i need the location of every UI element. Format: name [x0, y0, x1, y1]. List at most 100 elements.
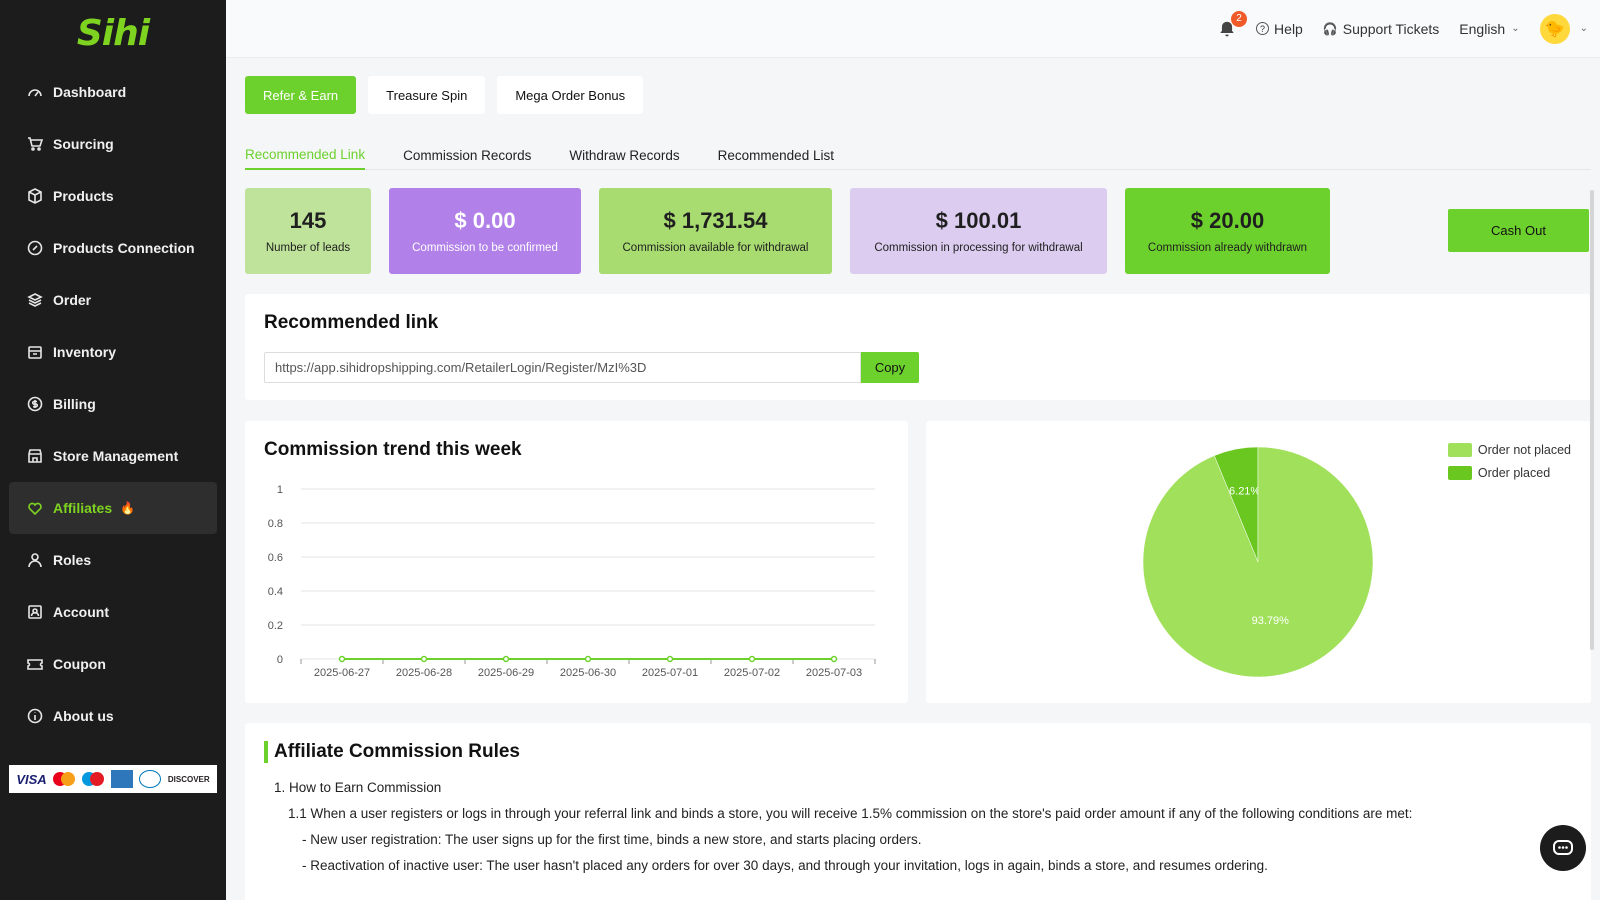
x-tick-label: 2025-07-03 — [806, 667, 862, 679]
sidebar-item-label: About us — [53, 708, 114, 724]
tab-commission-records[interactable]: Commission Records — [403, 140, 531, 170]
legend-label: Order not placed — [1477, 443, 1571, 457]
stat-value: $ 1,731.54 — [663, 208, 768, 233]
sidebar-item-roles[interactable]: Roles — [9, 534, 217, 586]
headset-icon: 🎧 — [1322, 21, 1338, 36]
stat-value: $ 0.00 — [454, 208, 516, 233]
sidebar-item-dashboard[interactable]: Dashboard — [9, 66, 217, 118]
sidebar-item-store-management[interactable]: Store Management — [9, 430, 217, 482]
sidebar-item-label: Affiliates — [53, 500, 113, 516]
data-point[interactable] — [502, 655, 510, 663]
stat-commission-processing: $ 100.01 Commission in processing for wit… — [850, 188, 1107, 274]
data-point[interactable] — [584, 655, 592, 663]
link-row: Copy — [264, 352, 1572, 383]
notification-badge: 2 — [1231, 10, 1248, 27]
chat-button[interactable] — [1540, 825, 1586, 871]
cash-out-button[interactable]: Cash Out — [1448, 209, 1589, 252]
sidebar-item-label: Inventory — [53, 344, 117, 360]
legend-item[interactable]: Order placed — [1447, 466, 1571, 480]
rules-body: 1. How to Earn Commission 1.1 When a use… — [264, 775, 1572, 879]
legend-label: Order placed — [1477, 466, 1551, 480]
y-tick-label: 0.4 — [268, 586, 283, 598]
sidebar-item-products-connection[interactable]: Products Connection — [9, 222, 217, 274]
help-label: Help — [1274, 20, 1303, 37]
stat-label: Commission to be confirmed — [412, 242, 558, 254]
data-point[interactable] — [338, 655, 346, 663]
stats-row: 145 Number of leads $ 0.00 Commission to b… — [245, 188, 1330, 274]
rules-heading: Affiliate Commission Rules — [264, 741, 1572, 763]
notification-button[interactable]: 2 — [1218, 10, 1248, 38]
maestro-logo — [81, 772, 104, 786]
chevron-down-icon: ⌄ — [1511, 23, 1520, 34]
info-icon — [27, 708, 43, 724]
sidebar-item-sourcing[interactable]: Sourcing — [9, 118, 217, 170]
trend-chart: 0 0.2 0.4 0.6 0.8 1 2025-06-27 2025-06-28 2025-0… — [268, 484, 876, 679]
layers-icon — [27, 292, 43, 308]
pie-slice[interactable] — [1142, 446, 1374, 678]
data-point[interactable] — [748, 655, 756, 663]
support-tickets-link[interactable]: 🎧 Support Tickets — [1323, 21, 1439, 37]
logo-text: Sihi — [76, 12, 150, 54]
sidebar-item-products[interactable]: Products — [9, 170, 217, 222]
sidebar-item-about-us[interactable]: About us — [9, 690, 217, 742]
tab-treasure-spin[interactable]: Treasure Spin — [368, 76, 486, 114]
stat-commission-available: $ 1,731.54 Commission available for withd… — [599, 188, 832, 274]
dollar-icon — [27, 396, 43, 412]
pie-legend: Order not placed Order placed — [1447, 443, 1571, 489]
logo[interactable]: Sihi — [0, 0, 226, 66]
data-point[interactable] — [830, 655, 838, 663]
box-icon — [27, 188, 43, 204]
stat-label: Number of leads — [265, 242, 351, 254]
main-content: Refer & Earn Treasure Spin Mega Order Bo… — [226, 58, 1600, 900]
cart-icon — [27, 136, 43, 152]
stat-value: $ 100.01 — [935, 208, 1022, 233]
copy-button[interactable]: Copy — [861, 352, 919, 383]
x-tick-label: 2025-06-30 — [560, 667, 616, 679]
x-tick-label: 2025-06-27 — [314, 667, 370, 679]
pie-slice-label: 6.21% — [1229, 485, 1260, 497]
amex-logo — [110, 770, 133, 788]
trend-title: Commission trend this week — [264, 439, 522, 460]
tab-mega-order-bonus[interactable]: Mega Order Bonus — [497, 76, 644, 114]
rules-card: Affiliate Commission Rules 1. How to Ear… — [245, 723, 1591, 900]
sidebar-item-inventory[interactable]: Inventory — [9, 326, 217, 378]
sidebar-item-affiliates[interactable]: Affiliates 🔥 — [9, 482, 217, 534]
pie-slice-label: 93.79% — [1252, 615, 1290, 627]
recommended-link-title: Recommended link — [264, 312, 439, 333]
data-point[interactable] — [666, 655, 674, 663]
data-point[interactable] — [420, 655, 428, 663]
user-menu[interactable]: 🐤 ⌄ — [1539, 13, 1588, 44]
stat-commission-to-confirm: $ 0.00 Commission to be confirmed — [389, 188, 581, 274]
chevron-down-icon: ⌄ — [1579, 23, 1588, 34]
payment-cards: VISA DISCOVER — [9, 765, 217, 793]
sidebar-item-order[interactable]: Order — [9, 274, 217, 326]
rules-title: Affiliate Commission Rules — [274, 741, 520, 762]
scrollbar[interactable] — [1590, 190, 1594, 650]
stat-label: Commission available for withdrawal — [622, 242, 809, 254]
tab-recommended-list[interactable]: Recommended List — [718, 140, 834, 170]
sidebar-item-account[interactable]: Account — [9, 586, 217, 638]
tab-refer-earn[interactable]: Refer & Earn — [245, 76, 357, 114]
stat-commission-withdrawn: $ 20.00 Commission already withdrawn — [1125, 188, 1330, 274]
top-tabs: Refer & Earn Treasure Spin Mega Order Bo… — [245, 76, 644, 114]
help-link[interactable]: ? Help — [1256, 21, 1303, 37]
y-tick-label: 1 — [277, 484, 283, 496]
tab-withdraw-records[interactable]: Withdraw Records — [569, 140, 679, 170]
heart-icon — [27, 500, 43, 516]
rule-line: - Reactivation of inactive user: The use… — [302, 858, 1268, 873]
legend-swatch — [1447, 466, 1472, 480]
y-tick-label: 0.6 — [268, 552, 283, 564]
legend-item[interactable]: Order not placed — [1447, 443, 1571, 457]
sidebar-item-billing[interactable]: Billing — [9, 378, 217, 430]
language-select[interactable]: English ⌄ — [1459, 21, 1519, 37]
y-tick-label: 0.8 — [268, 518, 283, 530]
sidebar-item-label: Roles — [53, 552, 92, 568]
sidebar: Sihi Dashboard Sourcing Products Product… — [0, 0, 226, 900]
referral-link-input[interactable] — [264, 352, 861, 383]
sidebar-item-label: Dashboard — [53, 84, 127, 100]
diners-logo — [139, 770, 162, 788]
stat-label: Commission already withdrawn — [1147, 242, 1308, 254]
tab-recommended-link[interactable]: Recommended Link — [245, 140, 366, 170]
sidebar-item-coupon[interactable]: Coupon — [9, 638, 217, 690]
account-icon — [27, 604, 43, 620]
